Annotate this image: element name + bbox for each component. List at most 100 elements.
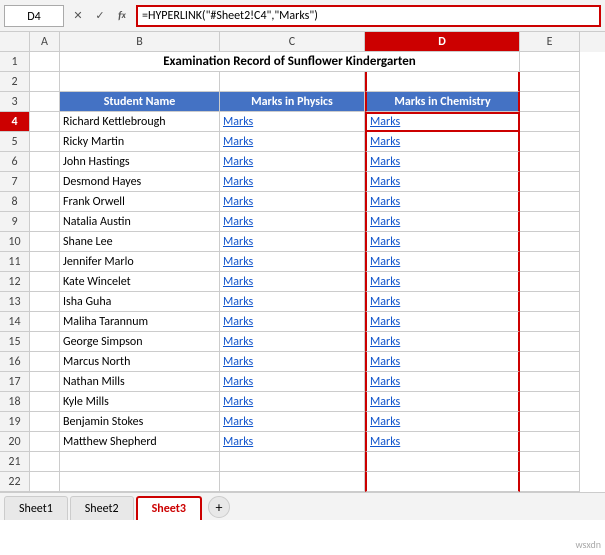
physics-link-13[interactable]: Marks	[223, 295, 253, 309]
chemistry-link-16[interactable]: Marks	[370, 355, 400, 369]
cell-d3-header[interactable]: Marks in Chemistry	[365, 92, 520, 112]
cell-e8[interactable]	[520, 192, 580, 212]
cell-c11[interactable]: Marks	[220, 252, 365, 272]
cell-e3[interactable]	[520, 92, 580, 112]
cell-b14[interactable]: Maliha Tarannum	[60, 312, 220, 332]
cell-c9[interactable]: Marks	[220, 212, 365, 232]
cell-d5[interactable]: Marks	[365, 132, 520, 152]
sheet-tab-sheet3[interactable]: Sheet3	[136, 496, 202, 520]
cell-e22[interactable]	[520, 472, 580, 492]
cell-b22[interactable]	[60, 472, 220, 492]
physics-link-11[interactable]: Marks	[223, 255, 253, 269]
cell-e12[interactable]	[520, 272, 580, 292]
cell-e21[interactable]	[520, 452, 580, 472]
cell-c20[interactable]: Marks	[220, 432, 365, 452]
chemistry-link-14[interactable]: Marks	[370, 315, 400, 329]
cell-c2[interactable]	[220, 72, 365, 92]
cell-e18[interactable]	[520, 392, 580, 412]
cell-c21[interactable]	[220, 452, 365, 472]
formula-input[interactable]: =HYPERLINK("#Sheet2!C4","Marks")	[136, 5, 601, 27]
cell-a7[interactable]	[30, 172, 60, 192]
cell-c3-header[interactable]: Marks in Physics	[220, 92, 365, 112]
cell-d14[interactable]: Marks	[365, 312, 520, 332]
chemistry-link-11[interactable]: Marks	[370, 255, 400, 269]
physics-link-4[interactable]: Marks	[223, 115, 253, 129]
cell-d22[interactable]	[365, 472, 520, 492]
cell-d8[interactable]: Marks	[365, 192, 520, 212]
cell-c22[interactable]	[220, 472, 365, 492]
cell-d20[interactable]: Marks	[365, 432, 520, 452]
cell-b10[interactable]: Shane Lee	[60, 232, 220, 252]
cell-d19[interactable]: Marks	[365, 412, 520, 432]
cell-a11[interactable]	[30, 252, 60, 272]
chemistry-link-8[interactable]: Marks	[370, 195, 400, 209]
cell-a21[interactable]	[30, 452, 60, 472]
physics-link-9[interactable]: Marks	[223, 215, 253, 229]
cell-title[interactable]: Examination Record of Sunflower Kinderga…	[60, 52, 520, 72]
cell-c19[interactable]: Marks	[220, 412, 365, 432]
cell-a15[interactable]	[30, 332, 60, 352]
cancel-icon[interactable]: ✕	[68, 6, 88, 26]
cell-a1[interactable]	[30, 52, 60, 72]
cell-a5[interactable]	[30, 132, 60, 152]
cell-d13[interactable]: Marks	[365, 292, 520, 312]
physics-link-19[interactable]: Marks	[223, 415, 253, 429]
chemistry-link-15[interactable]: Marks	[370, 335, 400, 349]
cell-a9[interactable]	[30, 212, 60, 232]
function-icon[interactable]: fx	[112, 6, 132, 26]
cell-a3[interactable]	[30, 92, 60, 112]
cell-d10[interactable]: Marks	[365, 232, 520, 252]
chemistry-link-12[interactable]: Marks	[370, 275, 400, 289]
physics-link-15[interactable]: Marks	[223, 335, 253, 349]
cell-d21[interactable]	[365, 452, 520, 472]
physics-link-7[interactable]: Marks	[223, 175, 253, 189]
cell-e11[interactable]	[520, 252, 580, 272]
col-header-b[interactable]: B	[60, 32, 220, 52]
add-sheet-button[interactable]: +	[208, 496, 230, 518]
cell-d6[interactable]: Marks	[365, 152, 520, 172]
cell-e6[interactable]	[520, 152, 580, 172]
physics-link-18[interactable]: Marks	[223, 395, 253, 409]
cell-d18[interactable]: Marks	[365, 392, 520, 412]
chemistry-link-18[interactable]: Marks	[370, 395, 400, 409]
cell-c4[interactable]: Marks	[220, 112, 365, 132]
chemistry-link-5[interactable]: Marks	[370, 135, 400, 149]
cell-d15[interactable]: Marks	[365, 332, 520, 352]
cell-b3-header[interactable]: Student Name	[60, 92, 220, 112]
cell-a2[interactable]	[30, 72, 60, 92]
cell-d11[interactable]: Marks	[365, 252, 520, 272]
cell-c12[interactable]: Marks	[220, 272, 365, 292]
cell-c13[interactable]: Marks	[220, 292, 365, 312]
cell-e10[interactable]	[520, 232, 580, 252]
cell-e7[interactable]	[520, 172, 580, 192]
cell-b9[interactable]: Natalia Austin	[60, 212, 220, 232]
cell-d17[interactable]: Marks	[365, 372, 520, 392]
chemistry-link-6[interactable]: Marks	[370, 155, 400, 169]
cell-e4[interactable]	[520, 112, 580, 132]
chemistry-link-17[interactable]: Marks	[370, 375, 400, 389]
cell-c16[interactable]: Marks	[220, 352, 365, 372]
cell-e1[interactable]	[520, 52, 580, 72]
cell-b4[interactable]: Richard Kettlebrough	[60, 112, 220, 132]
cell-e19[interactable]	[520, 412, 580, 432]
chemistry-link-13[interactable]: Marks	[370, 295, 400, 309]
cell-e20[interactable]	[520, 432, 580, 452]
cell-b7[interactable]: Desmond Hayes	[60, 172, 220, 192]
cell-b8[interactable]: Frank Orwell	[60, 192, 220, 212]
chemistry-link-19[interactable]: Marks	[370, 415, 400, 429]
cell-a17[interactable]	[30, 372, 60, 392]
cell-c8[interactable]: Marks	[220, 192, 365, 212]
cell-a18[interactable]	[30, 392, 60, 412]
cell-b20[interactable]: Matthew Shepherd	[60, 432, 220, 452]
col-header-a[interactable]: A	[30, 32, 60, 52]
col-header-d[interactable]: D	[365, 32, 520, 52]
cell-b11[interactable]: Jennifer Marlo	[60, 252, 220, 272]
cell-b16[interactable]: Marcus North	[60, 352, 220, 372]
cell-c18[interactable]: Marks	[220, 392, 365, 412]
cell-b13[interactable]: Isha Guha	[60, 292, 220, 312]
cell-e13[interactable]	[520, 292, 580, 312]
cell-e5[interactable]	[520, 132, 580, 152]
cell-e2[interactable]	[520, 72, 580, 92]
cell-b12[interactable]: Kate Wincelet	[60, 272, 220, 292]
cell-a6[interactable]	[30, 152, 60, 172]
